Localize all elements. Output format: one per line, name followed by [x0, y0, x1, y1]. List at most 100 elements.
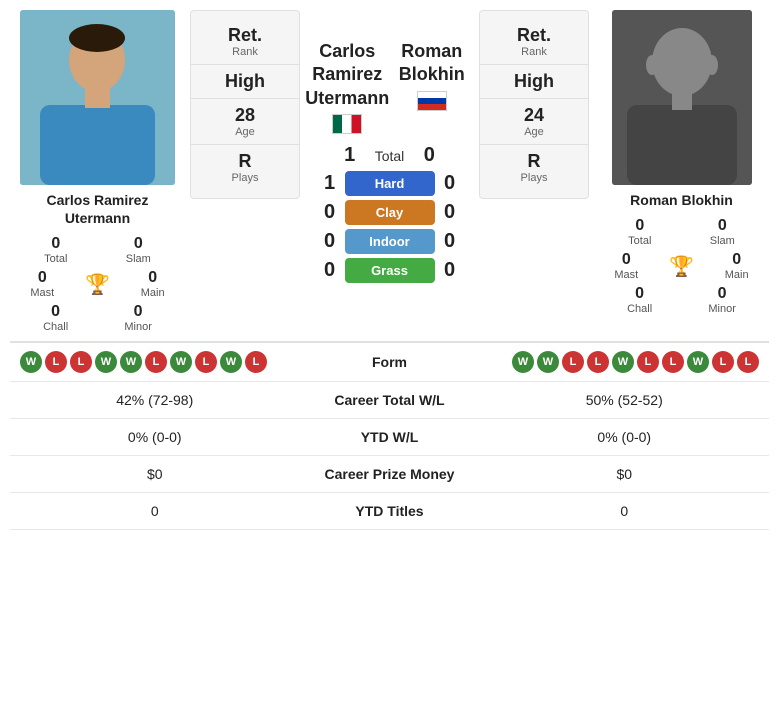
hard-score-left: 1 [315, 172, 345, 195]
player1-titles: 0 [20, 503, 290, 519]
player2-photo [612, 10, 752, 185]
player1-total-label: Total [44, 253, 67, 265]
center-player1-info: Carlos Ramirez Utermann [305, 40, 390, 134]
player1-plays-label: Plays [232, 172, 259, 184]
player2-plays-value: R [528, 151, 541, 172]
indoor-score-right: 0 [435, 230, 465, 253]
player2-main-value: 0 [732, 251, 741, 269]
player1-main-cell: 0 Main [141, 269, 165, 299]
player2-chall-label: Chall [627, 303, 652, 315]
form-badge-p2: W [612, 351, 634, 373]
trophy-icon-right: 🏆 [669, 254, 694, 279]
player1-top-area: Carlos Ramirez Utermann 0 Total 0 Slam [10, 10, 185, 333]
player1-rank-row: Ret. Rank [191, 19, 299, 65]
player1-ytd-wl: 0% (0-0) [20, 429, 290, 445]
player1-minor-label: Minor [124, 321, 152, 333]
player2-slam-label: Slam [710, 235, 735, 247]
hard-surface-btn[interactable]: Hard [345, 171, 435, 196]
player2-rank-row: Ret. Rank [480, 19, 588, 65]
player1-total-value: 0 [51, 235, 60, 253]
player2-titles: 0 [490, 503, 760, 519]
player1-plays-row: R Plays [191, 145, 299, 190]
player1-photo [20, 10, 175, 185]
player1-flag-icon [332, 114, 362, 134]
form-badge-p1: W [120, 351, 142, 373]
player1-stats-row2: 0 Mast 🏆 0 Main [15, 269, 180, 299]
player1-chall-value: 0 [51, 303, 60, 321]
total-score-row: 1 Total 0 [305, 144, 474, 167]
player1-high-value: High [225, 71, 265, 92]
form-badge-p1: L [45, 351, 67, 373]
player1-age-value: 28 [235, 105, 255, 126]
player2-chall-value: 0 [635, 285, 644, 303]
indoor-surface-btn[interactable]: Indoor [345, 229, 435, 254]
player2-total-label: Total [628, 235, 651, 247]
form-badge-p2: L [587, 351, 609, 373]
form-badge-p2: W [687, 351, 709, 373]
player2-top-area: Roman Blokhin 0 Total 0 Slam 0 [594, 10, 769, 315]
player2-career-total: 50% (52-52) [490, 392, 760, 408]
player1-rank-label: Rank [232, 46, 258, 58]
clay-surface-btn[interactable]: Clay [345, 200, 435, 225]
player2-mast-label: Mast [614, 269, 638, 281]
player2-stats-row3: 0 Chall 0 Minor [599, 285, 764, 315]
player1-chall-label: Chall [43, 321, 68, 333]
player2-high-value: High [514, 71, 554, 92]
player2-stats-row2: 0 Mast 🏆 0 Main [599, 251, 764, 281]
titles-label: YTD Titles [290, 503, 490, 519]
player1-chall-cell: 0 Chall [43, 303, 68, 333]
indoor-score-row: 0 Indoor 0 [305, 229, 474, 254]
player1-middle-stats: Ret. Rank High 28 Age R Plays [190, 10, 300, 199]
titles-row: 0 YTD Titles 0 [10, 493, 769, 530]
grass-score-right: 0 [435, 259, 465, 282]
player1-slam-cell: 0 Slam [126, 235, 151, 265]
grass-score-row: 0 Grass 0 [305, 258, 474, 283]
player1-total-cell: 0 Total [44, 235, 67, 265]
clay-score-right: 0 [435, 201, 465, 224]
player1-main-label: Main [141, 287, 165, 299]
clay-score-row: 0 Clay 0 [305, 200, 474, 225]
player2-plays-label: Plays [521, 172, 548, 184]
ytd-wl-label: YTD W/L [290, 429, 490, 445]
player1-mast-value: 0 [38, 269, 47, 287]
player2-minor-value: 0 [718, 285, 727, 303]
form-label: Form [330, 354, 450, 370]
form-badge-p2: L [737, 351, 759, 373]
form-badge-p1: L [245, 351, 267, 373]
player1-minor-value: 0 [134, 303, 143, 321]
form-badge-p2: W [537, 351, 559, 373]
hard-score-row: 1 Hard 0 [305, 171, 474, 196]
form-badge-p2: L [712, 351, 734, 373]
player2-rank-label: Rank [521, 46, 547, 58]
prize-row: $0 Career Prize Money $0 [10, 456, 769, 493]
total-score-right: 0 [414, 144, 444, 167]
form-badge-p2: W [512, 351, 534, 373]
player2-flag-icon [417, 91, 447, 111]
grass-score-left: 0 [315, 259, 345, 282]
player2-minor-cell: 0 Minor [708, 285, 736, 315]
player2-chall-cell: 0 Chall [627, 285, 652, 315]
career-total-row: 42% (72-98) Career Total W/L 50% (52-52) [10, 382, 769, 419]
clay-score-left: 0 [315, 201, 345, 224]
total-score-left: 1 [335, 144, 365, 167]
player2-prize: $0 [490, 466, 760, 482]
form-badge-p1: L [145, 351, 167, 373]
player1-stats-row3: 0 Chall 0 Minor [15, 303, 180, 333]
player2-stats: 0 Total 0 Slam 0 Mast 🏆 0 [594, 217, 769, 315]
ytd-wl-row: 0% (0-0) YTD W/L 0% (0-0) [10, 419, 769, 456]
grass-surface-btn[interactable]: Grass [345, 258, 435, 283]
top-players-row: Carlos Ramirez Utermann 0 Total 0 Slam [10, 10, 769, 333]
form-badge-p1: L [70, 351, 92, 373]
form-badge-p2: L [662, 351, 684, 373]
player1-prize: $0 [20, 466, 290, 482]
player2-total-cell: 0 Total [628, 217, 651, 247]
indoor-score-left: 0 [315, 230, 345, 253]
player1-slam-label: Slam [126, 253, 151, 265]
center-scores-area: Carlos Ramirez Utermann Roman Blokhin [305, 10, 474, 287]
hard-score-right: 0 [435, 172, 465, 195]
player2-slam-cell: 0 Slam [710, 217, 735, 247]
player2-mast-value: 0 [622, 251, 631, 269]
form-badge-p1: L [195, 351, 217, 373]
bottom-section: WLLWWLWLWL Form WWLLWLLWLL 42% (72-98) C… [10, 341, 769, 530]
player2-mast-cell: 0 Mast [614, 251, 638, 281]
